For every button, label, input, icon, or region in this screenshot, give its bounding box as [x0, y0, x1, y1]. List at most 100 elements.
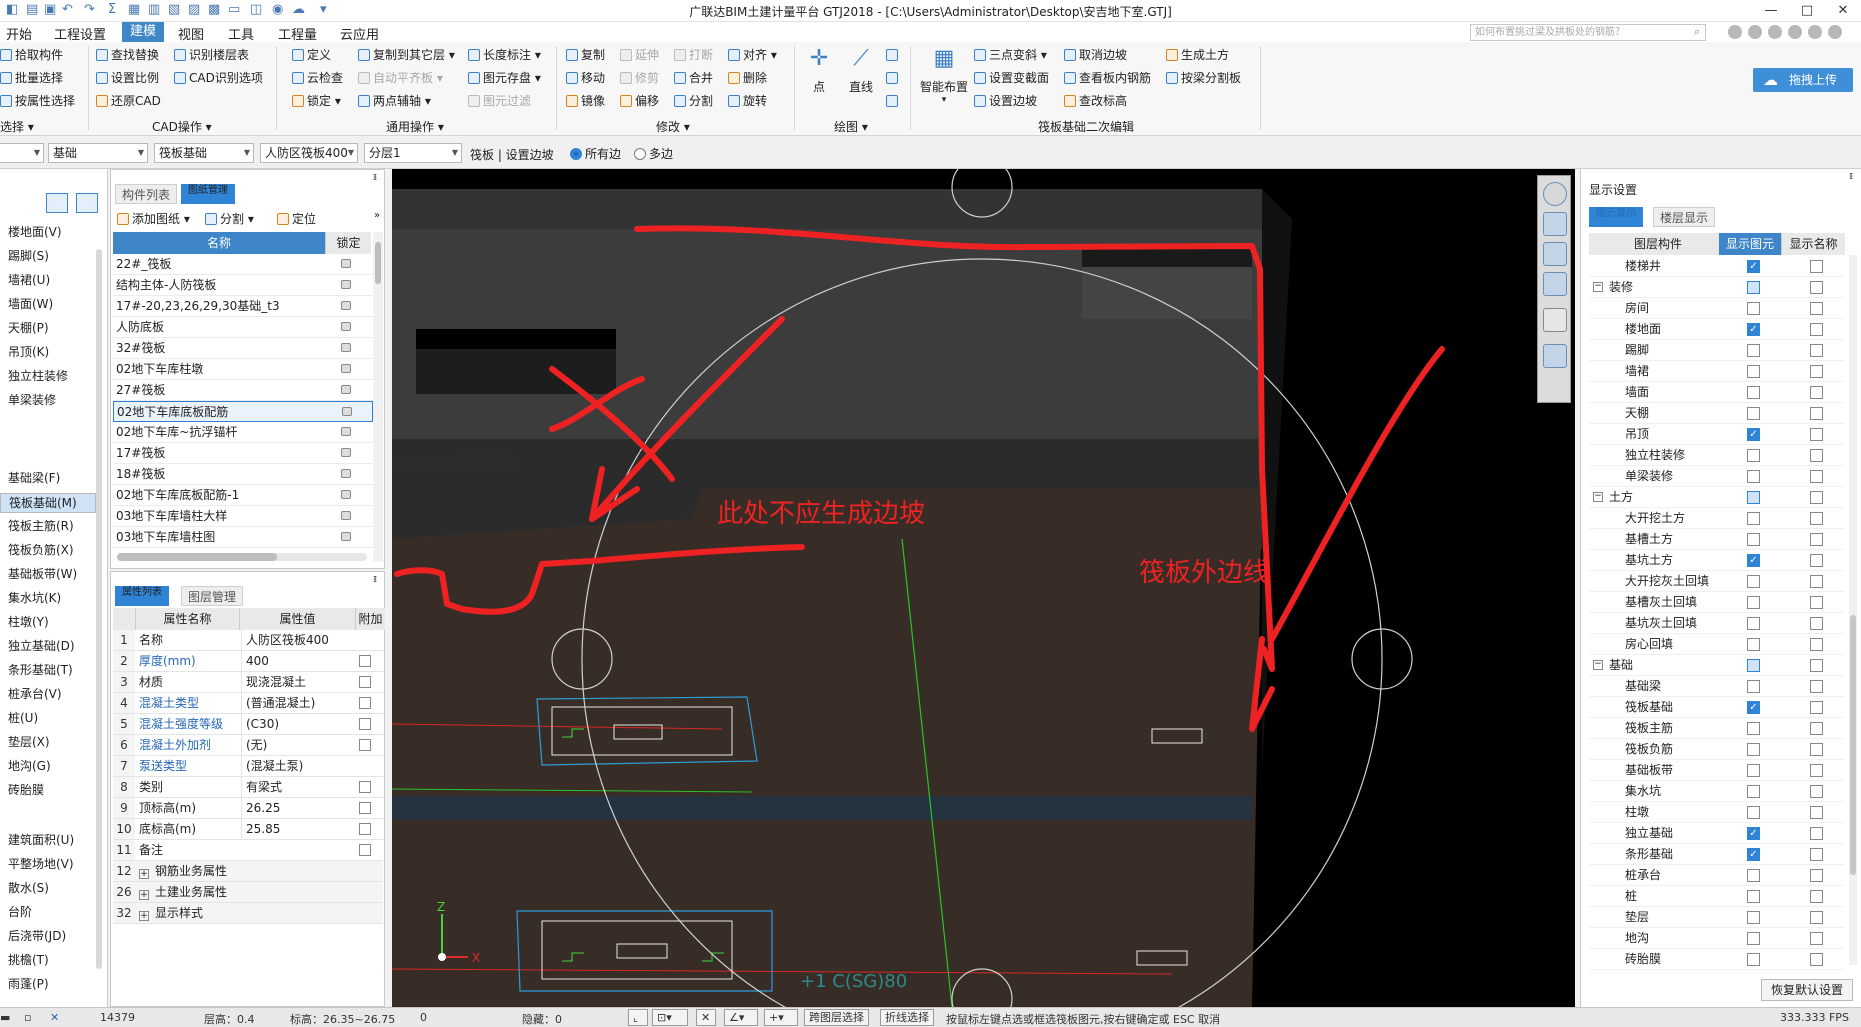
nav-item[interactable]: 楼地面(V) [8, 223, 62, 240]
attribute-row[interactable]: 6 混凝土外加剂 (无) [113, 735, 383, 756]
nav-item[interactable]: 后浇带(JD) [8, 927, 66, 944]
drawing-row[interactable]: 02地下车库柱墩 [113, 359, 373, 380]
nav-item[interactable]: 墙面(W) [8, 295, 53, 312]
auto-align-slab-button[interactable]: 自动平齐板 ▾ [358, 69, 443, 87]
display-row[interactable]: 大开挖土方 [1589, 508, 1845, 529]
tab-element-display[interactable]: 图元显示 [1589, 207, 1643, 227]
attach-checkbox[interactable] [359, 697, 371, 709]
lock-icon[interactable] [341, 364, 351, 373]
lock-icon[interactable] [341, 427, 351, 436]
show-element-checkbox[interactable]: ✓ [1747, 323, 1760, 336]
align-button[interactable]: 对齐 ▾ [728, 46, 777, 64]
status-close-icon[interactable]: ✕ [50, 1011, 59, 1024]
drawing-row[interactable]: 17#筏板 [113, 443, 373, 464]
attribute-row[interactable]: 8 类别 有梁式 [113, 777, 383, 798]
floor-select[interactable]: ▼ [0, 143, 44, 163]
show-element-checkbox[interactable] [1747, 785, 1760, 798]
drawing-row[interactable]: 人防底板 [113, 317, 373, 338]
display-row[interactable]: 地沟 [1589, 928, 1845, 949]
show-element-checkbox[interactable] [1747, 869, 1760, 882]
show-element-checkbox[interactable] [1747, 932, 1760, 945]
attach-checkbox[interactable] [359, 676, 371, 688]
display-row[interactable]: 吊顶 ✓ [1589, 424, 1845, 445]
drawing-row[interactable]: 18#筏板 [113, 464, 373, 485]
nav-item[interactable]: 挑檐(T) [8, 951, 49, 968]
lock-icon[interactable] [341, 301, 351, 310]
attach-checkbox[interactable] [359, 844, 371, 856]
display-row[interactable]: 桩承台 [1589, 865, 1845, 886]
lock-icon[interactable] [341, 385, 351, 394]
smart-layout-button[interactable]: ▦ 智能布置 ▾ [916, 46, 972, 105]
cross-snap-button[interactable]: ✕ [696, 1009, 716, 1026]
show-name-checkbox[interactable] [1810, 932, 1823, 945]
show-element-checkbox[interactable] [1747, 470, 1760, 483]
extend-button[interactable]: 延伸 [620, 46, 659, 64]
show-element-checkbox[interactable] [1747, 722, 1760, 735]
display-row[interactable]: 单梁装修 [1589, 466, 1845, 487]
show-name-checkbox[interactable] [1810, 953, 1823, 966]
display-row[interactable]: − 装修 [1589, 277, 1845, 298]
settings-icon[interactable] [1828, 25, 1842, 39]
scrollbar-thumb[interactable] [375, 242, 381, 284]
maximize-button[interactable]: □ [1789, 0, 1825, 22]
attribute-row[interactable]: 7 泵送类型 (混凝土泵) [113, 756, 383, 777]
attach-checkbox[interactable] [359, 823, 371, 835]
move-button[interactable]: 移动 [566, 69, 605, 87]
lock-icon[interactable] [342, 407, 352, 416]
two-point-axis-button[interactable]: 两点辅轴 ▾ [358, 92, 431, 110]
nav-item[interactable]: 条形基础(T) [8, 661, 73, 678]
show-element-checkbox[interactable] [1747, 491, 1760, 504]
menu-modeling[interactable]: 建模 [122, 22, 165, 42]
ortho-button[interactable]: ⊡▾ [652, 1009, 688, 1026]
show-name-checkbox[interactable] [1810, 869, 1823, 882]
display-row[interactable]: 楼梯井 ✓ [1589, 256, 1845, 277]
show-element-checkbox[interactable] [1747, 365, 1760, 378]
display-row[interactable]: 基槽灰土回填 [1589, 592, 1845, 613]
circle-tool-button[interactable] [886, 69, 901, 87]
select-group-label[interactable]: 选择 ▾ [0, 118, 34, 135]
3d-view-icon[interactable] [1543, 242, 1567, 266]
nav-item[interactable]: 散水(S) [8, 879, 49, 896]
menu-start[interactable]: 开始 [6, 24, 32, 43]
attribute-value[interactable]: 400 [241, 651, 351, 671]
cube-view-icon[interactable] [1543, 272, 1567, 296]
menu-cloud[interactable]: 云应用 [340, 24, 379, 43]
set-scale-button[interactable]: 设置比例 [96, 69, 159, 87]
category-select[interactable]: 基础 ▼ [48, 143, 148, 163]
nav-item[interactable]: 桩(U) [8, 709, 38, 726]
display-row[interactable]: 独立基础 ✓ [1589, 823, 1845, 844]
3d-viewport[interactable]: 此处不应生成边坡 筏板外边线 +1 C(SG)80 Z X [392, 169, 1575, 1007]
drawing-row[interactable]: 03地下车库墙柱大样 [113, 506, 373, 527]
attribute-row[interactable]: 1 名称 人防区筏板400 [113, 630, 383, 651]
identify-floor-table-button[interactable]: 识别楼层表 [174, 46, 249, 64]
show-element-checkbox[interactable]: ✓ [1747, 260, 1760, 273]
show-name-checkbox[interactable] [1810, 512, 1823, 525]
expand-icon[interactable]: + [139, 869, 149, 879]
attribute-value[interactable]: (无) [241, 735, 351, 755]
select-by-attribute-button[interactable]: 按属性选择 [0, 92, 75, 110]
show-element-checkbox[interactable] [1747, 281, 1760, 294]
more-icon[interactable]: » [374, 210, 380, 221]
status-home-icon[interactable]: ▬ [0, 1011, 10, 1024]
chat-icon[interactable] [1788, 25, 1802, 39]
drawing-row[interactable]: 17#-20,23,26,29,30基础_t3 [113, 296, 373, 317]
arc-tool-button[interactable] [886, 46, 901, 64]
drawing-row[interactable]: 32#筏板 [113, 338, 373, 359]
nav-item[interactable]: 地沟(G) [8, 757, 51, 774]
point-button[interactable]: ✛ 点 [804, 46, 834, 95]
attribute-group-row[interactable]: 12 + 钢筋业务属性 [113, 861, 383, 882]
cloud-check-button[interactable]: 云检查 [292, 69, 343, 87]
menu-quantities[interactable]: 工程量 [278, 24, 317, 43]
show-name-checkbox[interactable] [1810, 428, 1823, 441]
restore-cad-button[interactable]: 还原CAD [96, 92, 161, 110]
show-element-checkbox[interactable] [1747, 764, 1760, 777]
drawing-row[interactable]: 22#_筏板 [113, 254, 373, 275]
nav-scrollbar[interactable] [96, 249, 102, 969]
show-name-checkbox[interactable] [1810, 470, 1823, 483]
show-element-checkbox[interactable] [1747, 680, 1760, 693]
display-row[interactable]: 基坑灰土回填 [1589, 613, 1845, 634]
column-name-header[interactable]: 名称 [113, 232, 325, 254]
show-element-checkbox[interactable]: ✓ [1747, 848, 1760, 861]
display-row[interactable]: 筏板主筋 [1589, 718, 1845, 739]
collapse-icon[interactable]: − [1593, 492, 1603, 502]
